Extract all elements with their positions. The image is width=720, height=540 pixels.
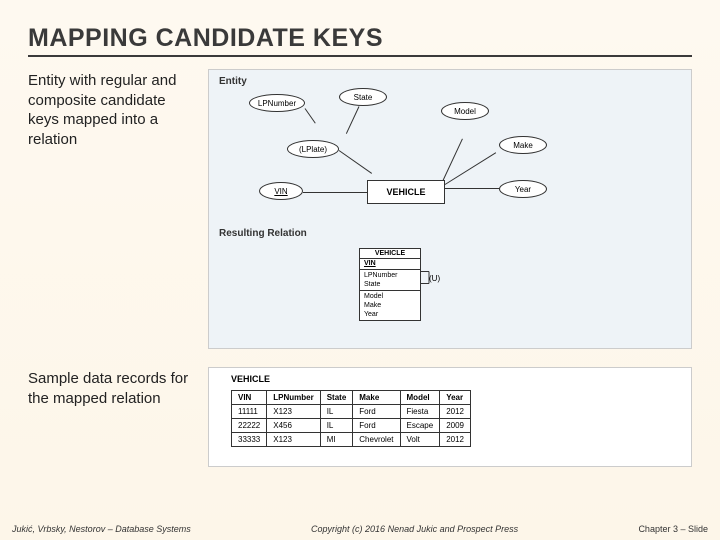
th: Year — [440, 391, 471, 405]
td: X123 — [267, 433, 320, 447]
td: 2012 — [440, 433, 471, 447]
line — [305, 108, 316, 123]
relation-title: VEHICLE — [360, 249, 420, 259]
line — [346, 106, 360, 134]
td: 33333 — [232, 433, 267, 447]
table-row: 22222 X456 IL Ford Escape 2009 — [232, 419, 471, 433]
footer-center: Copyright (c) 2016 Nenad Jukic and Prosp… — [311, 524, 518, 534]
desc-entity: Entity with regular and composite candid… — [28, 69, 196, 349]
th: Model — [400, 391, 440, 405]
rel-attr: Make — [360, 301, 420, 310]
sample-table: VIN LPNumber State Make Model Year 11111… — [231, 390, 471, 447]
desc-sample: Sample data records for the mapped relat… — [28, 367, 196, 467]
td: Ford — [353, 405, 400, 419]
line — [303, 192, 367, 193]
entity-box: VEHICLE — [367, 180, 445, 204]
line — [445, 188, 499, 189]
td: X123 — [267, 405, 320, 419]
td: X456 — [267, 419, 320, 433]
td: 22222 — [232, 419, 267, 433]
td: IL — [320, 405, 353, 419]
th: VIN — [232, 391, 267, 405]
page-title: MAPPING CANDIDATE KEYS — [28, 24, 692, 57]
td: MI — [320, 433, 353, 447]
line — [339, 150, 372, 174]
attr-make: Make — [499, 136, 547, 154]
attr-lpnumber: LPNumber — [249, 94, 305, 112]
attr-lplate: (LPlate) — [287, 140, 339, 158]
figure-sample: VEHICLE VIN LPNumber State Make Model Ye… — [208, 367, 692, 467]
label-resulting: Resulting Relation — [219, 228, 307, 239]
td: Ford — [353, 419, 400, 433]
attr-model: Model — [441, 102, 489, 120]
td: IL — [320, 419, 353, 433]
rel-attr: Year — [360, 310, 420, 319]
rel-attr: State — [360, 280, 420, 289]
figure-entity: Entity LPNumber State Model (LPlate) Mak… — [208, 69, 692, 349]
table-header-row: VIN LPNumber State Make Model Year — [232, 391, 471, 405]
td: Volt — [400, 433, 440, 447]
relation-box: VEHICLE VIN LPNumber State Model Make Ye… — [359, 248, 421, 321]
table-row: 33333 X123 MI Chevrolet Volt 2012 — [232, 433, 471, 447]
slide: MAPPING CANDIDATE KEYS Entity with regul… — [0, 0, 720, 467]
td: Chevrolet — [353, 433, 400, 447]
th: State — [320, 391, 353, 405]
th: Make — [353, 391, 400, 405]
attr-state: State — [339, 88, 387, 106]
unique-note: (U) — [429, 274, 440, 283]
label-entity: Entity — [219, 76, 247, 87]
row-entity: Entity with regular and composite candid… — [28, 69, 692, 349]
rel-attr: Model — [360, 292, 420, 301]
rel-attr: LPNumber — [360, 271, 420, 280]
attr-year: Year — [499, 180, 547, 198]
footer-left: Jukić, Vrbsky, Nestorov – Database Syste… — [12, 524, 191, 534]
td: Escape — [400, 419, 440, 433]
th: LPNumber — [267, 391, 320, 405]
footer: Jukić, Vrbsky, Nestorov – Database Syste… — [0, 524, 720, 534]
td: 2012 — [440, 405, 471, 419]
relation-pk: VIN — [360, 259, 420, 268]
line — [429, 272, 430, 284]
row-sample: Sample data records for the mapped relat… — [28, 367, 692, 467]
td: 2009 — [440, 419, 471, 433]
attr-vin: VIN — [259, 182, 303, 200]
footer-right: Chapter 3 – Slide — [638, 524, 708, 534]
table-row: 11111 X123 IL Ford Fiesta 2012 — [232, 405, 471, 419]
td: Fiesta — [400, 405, 440, 419]
table-title: VEHICLE — [231, 374, 270, 384]
td: 11111 — [232, 405, 267, 419]
